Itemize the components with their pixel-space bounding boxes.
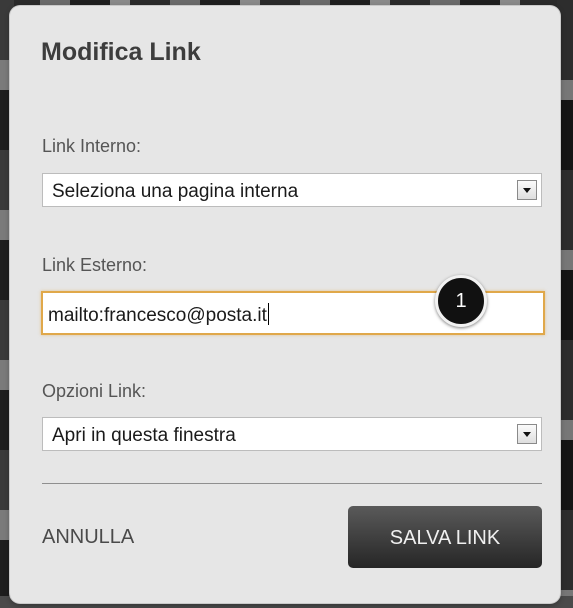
external-link-value: mailto:francesco@posta.it: [48, 303, 269, 326]
text-caret: [267, 303, 269, 325]
internal-link-label: Link Interno:: [42, 136, 142, 156]
chevron-down-icon[interactable]: [517, 180, 537, 200]
divider: [42, 483, 542, 484]
dialog-title: Modifica Link: [41, 38, 201, 66]
cancel-button[interactable]: ANNULLA: [42, 526, 134, 549]
link-options-selected-value: Apri in questa finestra: [52, 425, 236, 446]
save-link-button[interactable]: SALVA LINK: [348, 506, 542, 568]
external-link-label: Link Esterno:: [42, 255, 148, 275]
chevron-down-icon[interactable]: [517, 424, 537, 444]
link-options-label: Opzioni Link:: [42, 381, 147, 401]
link-options-select[interactable]: Apri in questa finestra: [42, 417, 542, 451]
internal-link-select[interactable]: Seleziona una pagina interna: [42, 173, 542, 207]
step-number-badge: 1: [435, 275, 487, 327]
internal-link-selected-value: Seleziona una pagina interna: [52, 181, 299, 202]
